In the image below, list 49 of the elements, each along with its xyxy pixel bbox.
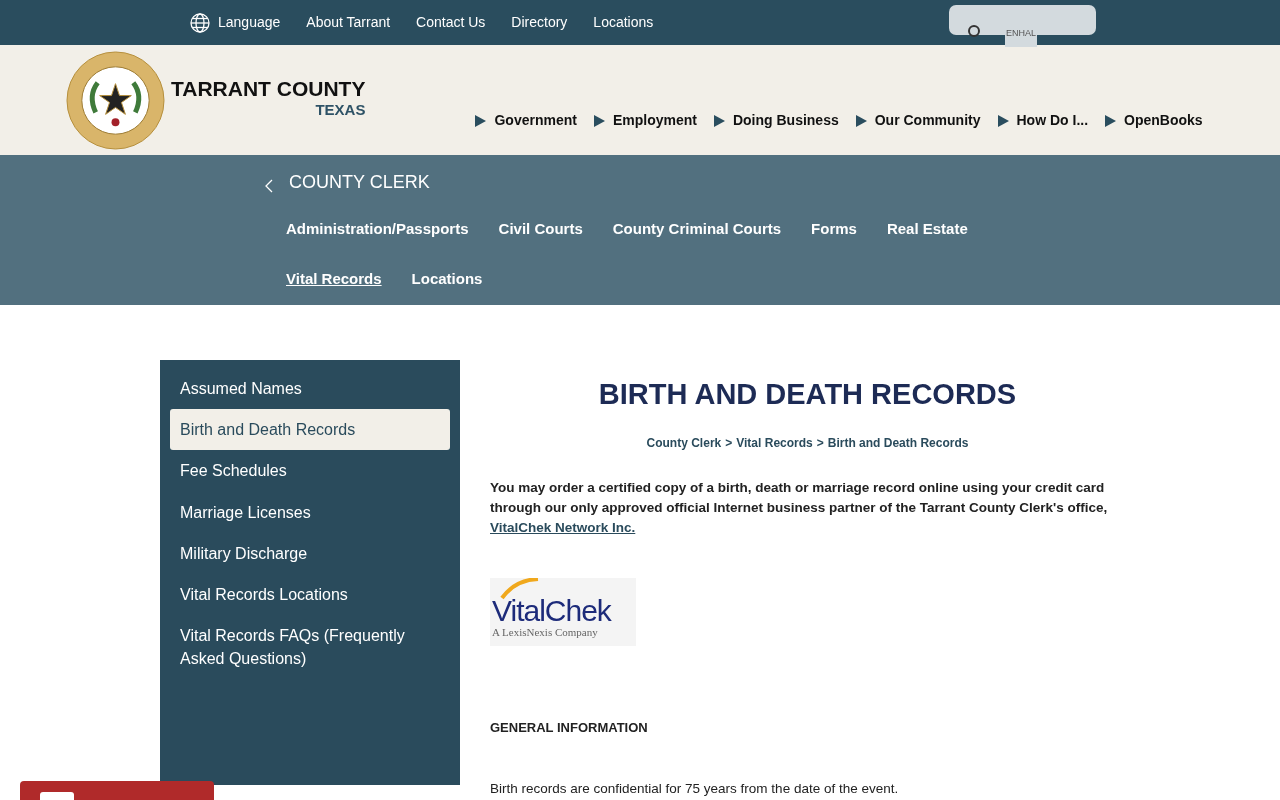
department-title: COUNTY CLERK <box>289 171 430 194</box>
vitalchek-logo: VitalChek A LexisNexis Company <box>490 578 636 647</box>
intro-paragraph: You may order a certified copy of a birth, death or marriage record online using your credit card through our only approved official Internet business partner of the Tarrant County Clerk's office, VitalChek Network Inc. <box>490 478 1109 537</box>
department-tab[interactable]: County Criminal Courts <box>612 218 782 241</box>
language-link[interactable]: Language <box>190 12 281 33</box>
top-link[interactable]: Locations <box>593 12 654 33</box>
main-nav-link[interactable]: Government <box>475 110 577 131</box>
search-field[interactable] <box>949 5 1096 35</box>
sidebar-item[interactable]: Vital Records FAQs (Frequently Asked Questions) <box>170 615 450 680</box>
department-tab[interactable]: Forms <box>811 218 857 241</box>
vitalchek-link[interactable]: VitalChek Network Inc. <box>490 520 636 535</box>
globe-icon <box>190 12 210 33</box>
main-nav-link[interactable]: OpenBooks <box>1105 110 1203 131</box>
back-chevron-icon[interactable] <box>265 178 273 193</box>
department-tab[interactable]: Real Estate <box>886 218 968 241</box>
sidebar-item[interactable]: Marriage Licenses <box>170 491 450 533</box>
main-nav-link[interactable]: Our Community <box>855 110 981 131</box>
triangle-icon <box>855 114 867 127</box>
section-heading: GENERAL INFORMATION <box>490 719 648 738</box>
breadcrumb-current: Birth and Death Records <box>827 434 969 452</box>
main-nav-link[interactable]: Employment <box>593 110 697 131</box>
department-tab[interactable]: Locations <box>411 267 483 290</box>
department-tab[interactable]: Civil Courts <box>498 218 583 241</box>
site-title: TARRANT COUNTY <box>171 78 366 100</box>
sidebar-item[interactable]: Fee Schedules <box>170 450 450 492</box>
department-tab[interactable]: Administration/Passports <box>286 218 469 241</box>
sidebar-item[interactable]: Military Discharge <box>170 532 450 574</box>
breadcrumb-separator: > <box>725 434 733 452</box>
body-paragraph: Birth records are confidential for 75 years from the date of the event. <box>490 780 900 799</box>
site-subtitle: TEXAS <box>314 100 366 121</box>
main-nav-link[interactable]: Doing Business <box>713 110 839 131</box>
department-tab[interactable]: Vital Records <box>286 267 382 290</box>
triangle-icon <box>1105 114 1117 127</box>
page-title: BIRTH AND DEATH RECORDS <box>597 377 1018 412</box>
breadcrumb-link[interactable]: County Clerk <box>646 433 722 452</box>
triangle-icon <box>593 114 605 127</box>
main-nav-link[interactable]: How Do I... <box>997 110 1089 131</box>
sidebar-item[interactable]: Assumed Names <box>170 368 450 410</box>
top-link[interactable]: Contact Us <box>416 12 486 33</box>
breadcrumb-separator: > <box>816 434 824 452</box>
sidebar-item[interactable]: Vital Records Locations <box>170 573 450 616</box>
triangle-icon <box>475 114 487 127</box>
search-icon <box>967 24 981 38</box>
top-link[interactable]: About Tarrant <box>306 12 391 33</box>
breadcrumb-link[interactable]: Vital Records <box>736 433 813 452</box>
sidebar-item[interactable]: Birth and Death Records <box>170 409 450 451</box>
triangle-icon <box>997 114 1009 127</box>
triangle-icon <box>713 114 725 127</box>
top-link[interactable]: Directory <box>511 12 568 33</box>
